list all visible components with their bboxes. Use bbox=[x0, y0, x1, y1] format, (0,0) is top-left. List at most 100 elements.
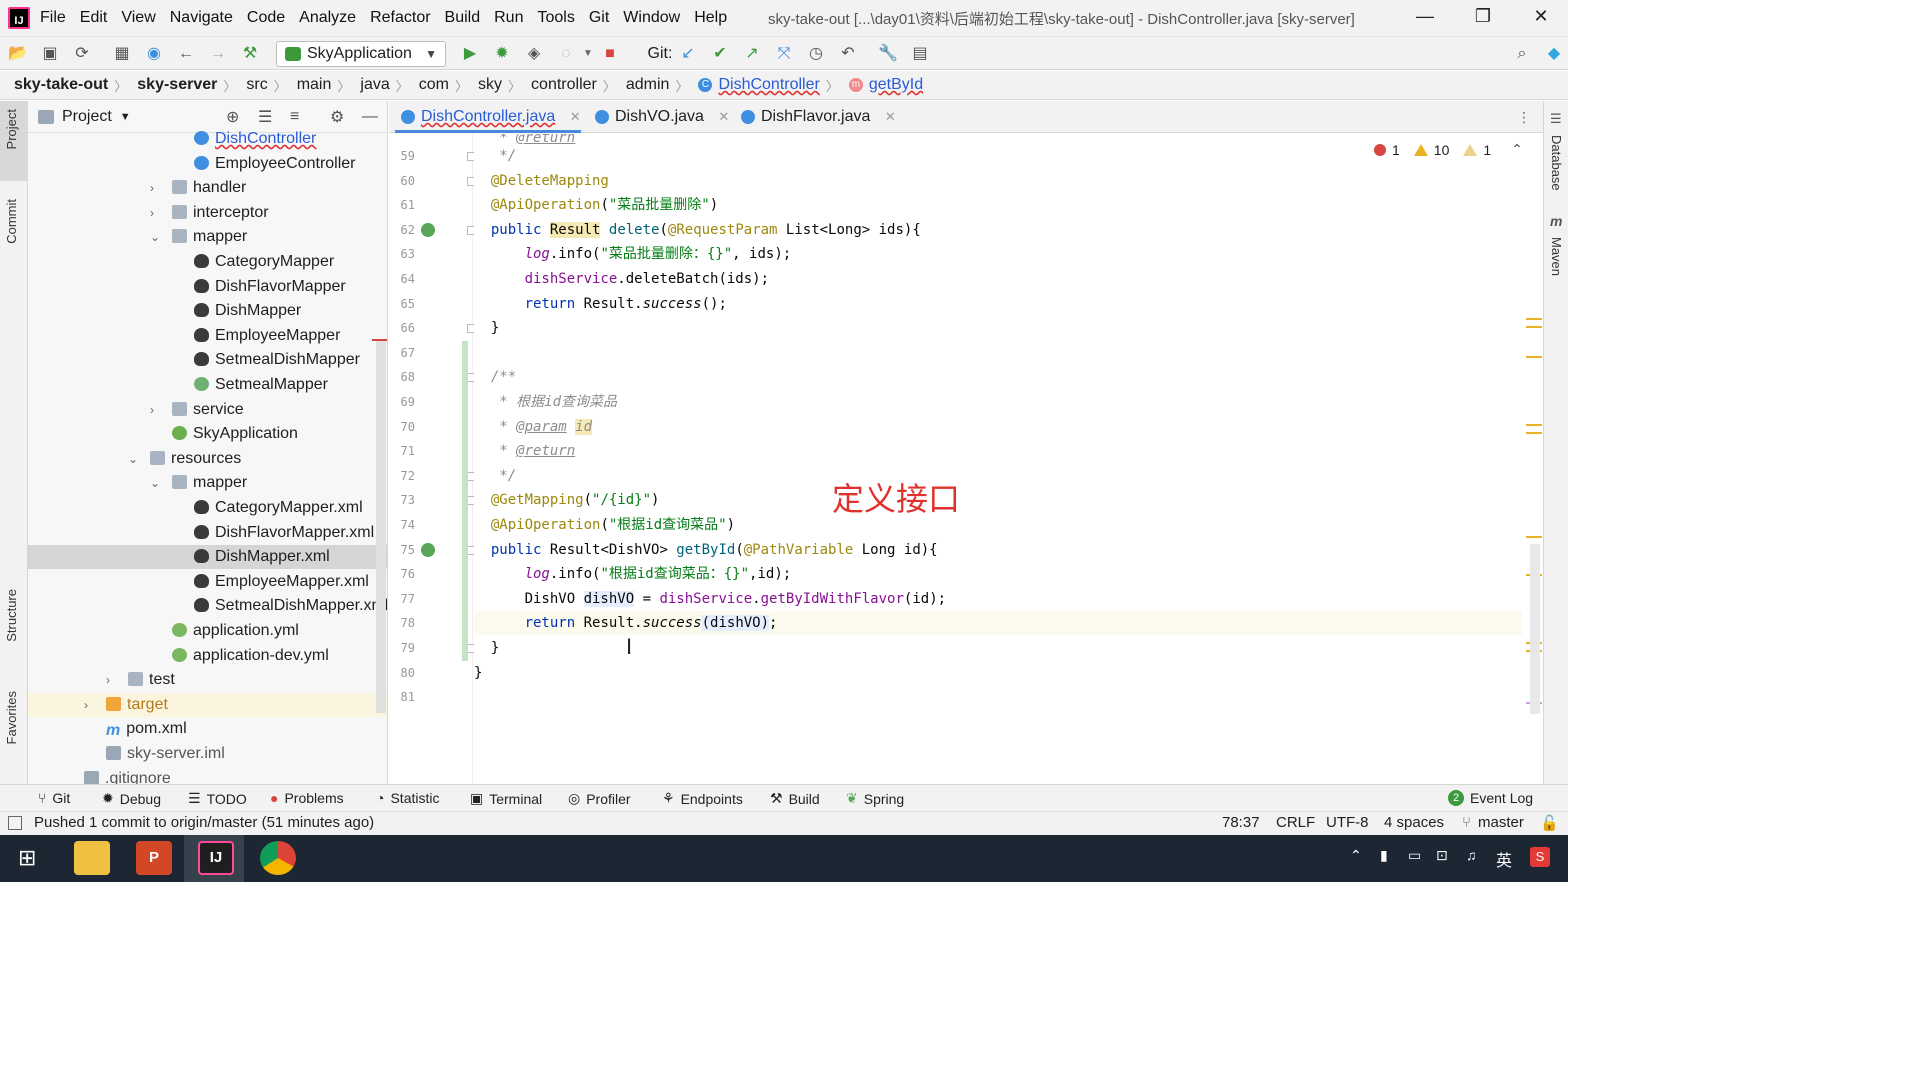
tree-row[interactable]: › service bbox=[150, 398, 244, 422]
favorites-tool-tab[interactable]: Favorites bbox=[4, 691, 19, 744]
stop-icon[interactable]: ■ bbox=[600, 44, 620, 64]
line-number[interactable]: 81 bbox=[389, 690, 415, 704]
code-line[interactable]: @GetMapping("/{id}") bbox=[474, 488, 660, 512]
minimize-button[interactable]: — bbox=[1410, 6, 1440, 27]
code-line[interactable]: /** bbox=[474, 365, 516, 389]
tray-device-icon[interactable]: ▮ bbox=[1380, 847, 1388, 864]
line-number[interactable]: 69 bbox=[389, 395, 415, 409]
breadcrumb-item[interactable]: sky-take-out bbox=[14, 76, 108, 94]
tab-dishvo[interactable]: DishVO.java ✕ bbox=[589, 101, 729, 133]
code-line[interactable]: public Result delete(@RequestParam List<… bbox=[474, 218, 921, 242]
line-number[interactable]: 65 bbox=[389, 297, 415, 311]
maven-tool-tab[interactable]: Maven bbox=[1549, 237, 1564, 276]
code-line[interactable]: DishVO dishVO = dishService.getByIdWithF… bbox=[474, 587, 946, 611]
panel-toggle-icon[interactable] bbox=[8, 816, 22, 830]
tool-debug[interactable]: ✹ Debug bbox=[102, 790, 161, 807]
line-number[interactable]: 68 bbox=[389, 370, 415, 384]
code-line[interactable]: */ bbox=[474, 144, 516, 168]
code-line[interactable]: return Result.success(); bbox=[474, 292, 727, 316]
tool-statistic[interactable]: ◔ Statistic bbox=[376, 790, 439, 806]
line-number[interactable]: 59 bbox=[389, 149, 415, 163]
line-number[interactable]: 77 bbox=[389, 592, 415, 606]
tree-row[interactable]: sky-server.iml bbox=[106, 742, 225, 766]
breadcrumb-method[interactable]: getById bbox=[869, 76, 923, 94]
more-run-chevron-icon[interactable]: ▼ bbox=[578, 44, 598, 64]
tree-row[interactable]: SetmealMapper bbox=[194, 373, 328, 397]
tree-row[interactable]: DishFlavorMapper bbox=[194, 275, 346, 299]
indent-setting[interactable]: 4 spaces bbox=[1384, 814, 1444, 831]
git-history-icon[interactable]: ◷ bbox=[806, 44, 826, 64]
tray-battery-icon[interactable]: ▭ bbox=[1408, 847, 1421, 864]
line-separator[interactable]: CRLF bbox=[1276, 814, 1315, 831]
search-icon[interactable]: ⌕ bbox=[1512, 44, 1532, 64]
build-hammer-icon[interactable]: ⚒ bbox=[240, 44, 260, 64]
vcs-change-marker[interactable] bbox=[462, 340, 468, 661]
breadcrumb-item[interactable]: admin bbox=[626, 76, 670, 94]
windows-start-icon[interactable]: ⊞ bbox=[18, 845, 36, 871]
breadcrumb-item[interactable]: sky bbox=[478, 76, 502, 94]
line-number[interactable]: 71 bbox=[389, 444, 415, 458]
menu-window[interactable]: Window bbox=[623, 9, 680, 27]
menu-analyze[interactable]: Analyze bbox=[299, 9, 356, 27]
git-branch[interactable]: master bbox=[1478, 814, 1524, 831]
tool-terminal[interactable]: ▣ Terminal bbox=[470, 790, 542, 807]
menu-file[interactable]: File bbox=[40, 9, 66, 27]
tree-row[interactable]: CategoryMapper.xml bbox=[194, 496, 363, 520]
ime-indicator[interactable]: 英 bbox=[1496, 847, 1512, 871]
locate-icon[interactable]: ⊕ bbox=[226, 107, 239, 127]
scroll-warning-mark[interactable] bbox=[1526, 326, 1542, 328]
tree-row[interactable]: DishMapper.xml bbox=[28, 545, 387, 570]
tree-row[interactable]: › handler bbox=[150, 176, 246, 200]
chevron-down-icon[interactable]: ⌄ bbox=[128, 447, 142, 471]
line-number[interactable]: 74 bbox=[389, 518, 415, 532]
scroll-warning-mark[interactable] bbox=[1526, 424, 1542, 426]
database-tool-tab[interactable]: Database bbox=[1549, 135, 1564, 191]
tool-git[interactable]: ⑂ Git bbox=[38, 790, 70, 806]
code-line[interactable]: log.info("菜品批量删除：{}", ids); bbox=[474, 242, 792, 266]
tool-profiler[interactable]: ◎ Profiler bbox=[568, 790, 631, 807]
line-number[interactable]: 72 bbox=[389, 469, 415, 483]
code-line[interactable]: } bbox=[474, 316, 499, 340]
git-fetch-icon[interactable]: ⤧ bbox=[774, 44, 794, 64]
breadcrumb-item[interactable]: controller bbox=[531, 76, 597, 94]
menu-refactor[interactable]: Refactor bbox=[370, 9, 430, 27]
code-line[interactable]: } bbox=[474, 661, 482, 685]
git-commit-icon[interactable]: ✔ bbox=[710, 44, 730, 64]
line-number[interactable]: 62 bbox=[389, 223, 415, 237]
project-tool-tab[interactable]: Project bbox=[4, 109, 19, 149]
menu-run[interactable]: Run bbox=[494, 9, 523, 27]
project-panel-title[interactable]: Project bbox=[62, 108, 112, 126]
tree-row[interactable]: ⌄ resources bbox=[128, 447, 241, 471]
tool-event-log[interactable]: 2 Event Log bbox=[1448, 790, 1533, 806]
gear-icon[interactable]: ⚙ bbox=[330, 107, 344, 127]
tree-row[interactable]: CategoryMapper bbox=[194, 250, 334, 274]
structure-tool-tab[interactable]: Structure bbox=[4, 589, 19, 642]
menu-git[interactable]: Git bbox=[589, 9, 609, 27]
line-number[interactable]: 70 bbox=[389, 420, 415, 434]
menu-edit[interactable]: Edit bbox=[80, 9, 108, 27]
status-message[interactable]: Pushed 1 commit to origin/master (51 min… bbox=[34, 814, 374, 831]
debug-icon[interactable]: ✹ bbox=[492, 44, 512, 64]
lock-icon[interactable]: 🔓 bbox=[1540, 814, 1559, 832]
tool-spring[interactable]: ❦ Spring bbox=[846, 790, 904, 807]
code-line[interactable]: * 根据id查询菜品 bbox=[474, 390, 617, 414]
menu-navigate[interactable]: Navigate bbox=[170, 9, 233, 27]
menu-tools[interactable]: Tools bbox=[537, 9, 574, 27]
code-line[interactable]: */ bbox=[474, 464, 516, 488]
tray-app-icon[interactable]: S bbox=[1530, 847, 1550, 867]
code-line[interactable]: * @return bbox=[474, 439, 575, 463]
tree-row[interactable]: › test bbox=[106, 668, 175, 692]
tab-dishcontroller[interactable]: DishController.java ✕ bbox=[395, 101, 581, 133]
close-tab-icon[interactable]: ✕ bbox=[885, 109, 896, 124]
line-number[interactable]: 60 bbox=[389, 174, 415, 188]
chevron-down-icon[interactable]: ⌄ bbox=[150, 225, 164, 249]
back-icon[interactable]: ← bbox=[176, 44, 196, 64]
open-icon[interactable]: 📂 bbox=[8, 44, 28, 64]
code-editor[interactable]: * @return */ @DeleteMapping @ApiOperatio… bbox=[474, 134, 1522, 784]
menu-build[interactable]: Build bbox=[445, 9, 481, 27]
tool-problems[interactable]: ● Problems bbox=[270, 790, 344, 806]
spring-bean-gutter-icon[interactable] bbox=[421, 542, 435, 557]
file-explorer-icon[interactable] bbox=[74, 841, 110, 875]
tree-scrollbar[interactable] bbox=[376, 341, 386, 713]
tree-row[interactable]: DishController bbox=[194, 127, 316, 151]
